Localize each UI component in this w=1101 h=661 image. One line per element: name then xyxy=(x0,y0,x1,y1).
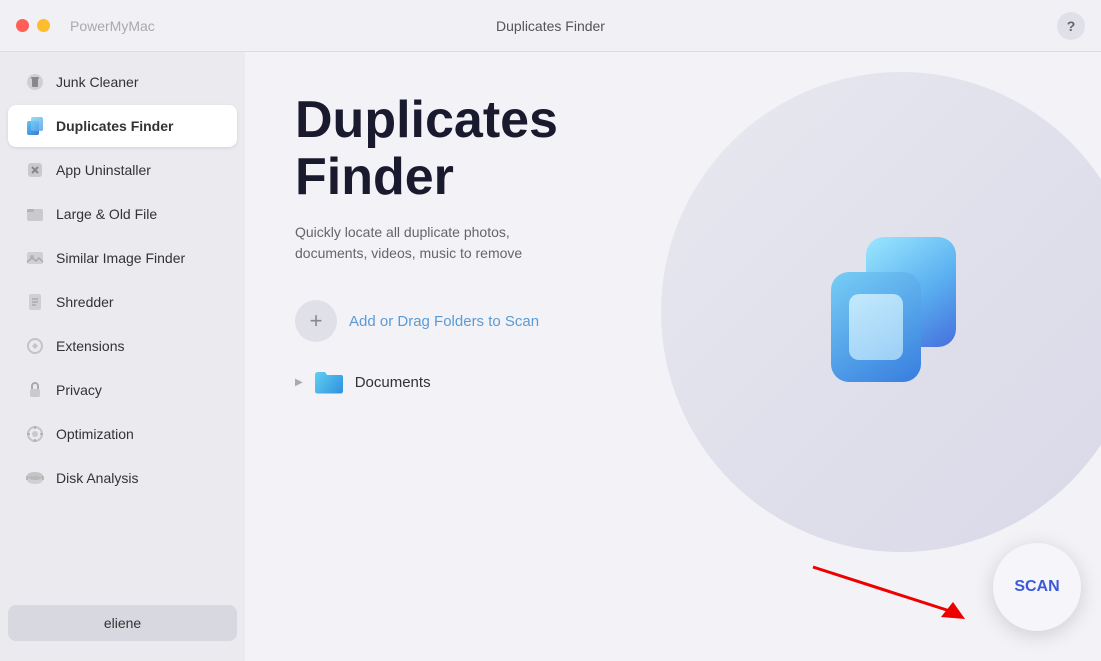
folder-chevron-icon: ▶ xyxy=(295,377,303,388)
sidebar-item-junk-cleaner[interactable]: Junk Cleaner xyxy=(8,61,237,103)
sidebar-label-large-old-file: Large & Old File xyxy=(56,206,157,222)
sidebar-label-junk-cleaner: Junk Cleaner xyxy=(56,74,139,90)
shredder-icon xyxy=(24,291,46,313)
sidebar-item-optimization[interactable]: Optimization xyxy=(8,413,237,455)
sidebar-item-duplicates-finder[interactable]: Duplicates Finder xyxy=(8,105,237,147)
traffic-lights xyxy=(16,19,50,32)
scan-area: SCAN xyxy=(793,543,1081,631)
sidebar-item-privacy[interactable]: Privacy xyxy=(8,369,237,411)
large-old-file-icon xyxy=(24,203,46,225)
similar-image-finder-icon xyxy=(24,247,46,269)
window-title: Duplicates Finder xyxy=(496,18,605,34)
sidebar-label-optimization: Optimization xyxy=(56,426,134,442)
sidebar-item-similar-image-finder[interactable]: Similar Image Finder xyxy=(8,237,237,279)
add-folder-button[interactable]: + Add or Drag Folders to Scan xyxy=(295,300,539,342)
sidebar-item-shredder[interactable]: Shredder xyxy=(8,281,237,323)
user-button[interactable]: eliene xyxy=(8,605,237,641)
page-description: Quickly locate all duplicate photos, doc… xyxy=(295,222,575,264)
app-brand-label: PowerMyMac xyxy=(70,18,155,34)
scan-arrow xyxy=(793,547,993,627)
sidebar-item-disk-analysis[interactable]: Disk Analysis xyxy=(8,457,237,499)
disk-analysis-icon xyxy=(24,467,46,489)
sidebar-label-duplicates-finder: Duplicates Finder xyxy=(56,118,173,134)
titlebar-right: ? xyxy=(1057,12,1085,40)
junk-cleaner-icon xyxy=(24,71,46,93)
content-area: Duplicates Finder Quickly locate all dup… xyxy=(245,52,1101,661)
sidebar-item-large-old-file[interactable]: Large & Old File xyxy=(8,193,237,235)
window-controls: PowerMyMac xyxy=(16,18,155,34)
sidebar-label-app-uninstaller: App Uninstaller xyxy=(56,162,151,178)
sidebar-label-disk-analysis: Disk Analysis xyxy=(56,470,138,486)
optimization-icon xyxy=(24,423,46,445)
close-button[interactable] xyxy=(16,19,29,32)
sidebar-item-extensions[interactable]: Extensions xyxy=(8,325,237,367)
folder-item-documents[interactable]: ▶ Documents xyxy=(295,362,1051,402)
help-button[interactable]: ? xyxy=(1057,12,1085,40)
titlebar: PowerMyMac Duplicates Finder ? xyxy=(0,0,1101,52)
minimize-button[interactable] xyxy=(37,19,50,32)
folder-icon xyxy=(313,366,345,398)
sidebar-label-privacy: Privacy xyxy=(56,382,102,398)
sidebar-item-app-uninstaller[interactable]: App Uninstaller xyxy=(8,149,237,191)
duplicates-finder-icon xyxy=(24,115,46,137)
add-folder-label: Add or Drag Folders to Scan xyxy=(349,313,539,330)
add-folder-plus-icon: + xyxy=(295,300,337,342)
page-title: Duplicates Finder xyxy=(295,92,1051,206)
sidebar-footer: eliene xyxy=(0,593,245,653)
sidebar-label-extensions: Extensions xyxy=(56,338,124,354)
sidebar-label-shredder: Shredder xyxy=(56,294,114,310)
app-uninstaller-icon xyxy=(24,159,46,181)
privacy-icon xyxy=(24,379,46,401)
sidebar-label-similar-image-finder: Similar Image Finder xyxy=(56,250,185,266)
sidebar: Junk Cleaner xyxy=(0,52,245,661)
main-layout: Junk Cleaner xyxy=(0,52,1101,661)
scan-button[interactable]: SCAN xyxy=(993,543,1081,631)
extensions-icon xyxy=(24,335,46,357)
folder-name-label: Documents xyxy=(355,374,431,391)
